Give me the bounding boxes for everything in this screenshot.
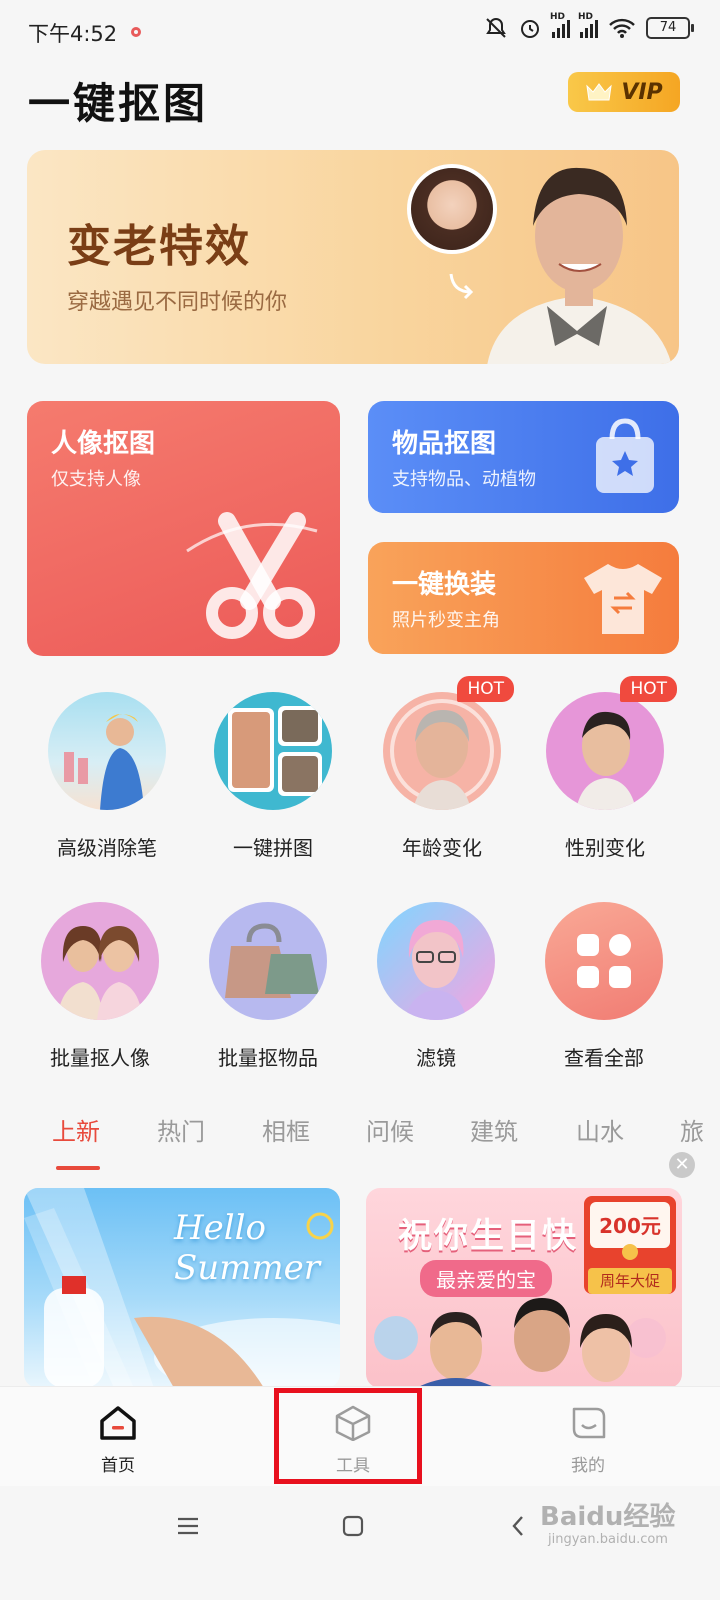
shopping-bag-icon [596, 418, 654, 493]
birthday-subtitle: 最亲爱的宝 [420, 1260, 552, 1297]
status-time: 下午4:52 [28, 22, 118, 46]
tab-hot[interactable]: 热门 [157, 1112, 205, 1147]
crown-icon [586, 83, 613, 101]
filter-thumbnail [377, 902, 495, 1020]
tab-new[interactable]: 上新 [52, 1112, 100, 1147]
tab-travel[interactable]: 旅 [680, 1112, 704, 1147]
tool-label: 一键拼图 [233, 836, 313, 860]
signal-2-icon: HD [578, 12, 598, 38]
aging-effect-banner[interactable]: 变老特效 穿越遇见不同时候的你 [27, 150, 679, 364]
outfit-change-card[interactable]: 一键换装 照片秒变主角 [368, 542, 679, 654]
tool-view-all[interactable]: 查看全部 [524, 902, 684, 1071]
vip-label: VIP [621, 79, 663, 105]
object-cutout-card[interactable]: 物品抠图 支持物品、动植物 [368, 401, 679, 513]
tool-eraser-pen[interactable]: 高级消除笔 [27, 692, 187, 861]
vip-button[interactable]: VIP [568, 72, 680, 112]
grid-icon [577, 934, 631, 988]
menu-icon[interactable] [176, 1516, 200, 1536]
highlight-box [274, 1388, 422, 1484]
birthday-title: 祝你生日快 [398, 1216, 578, 1256]
anniversary-promo-badge[interactable]: 200元 周年大促 [580, 1190, 680, 1298]
tool-batch-portrait[interactable]: 批量抠人像 [20, 902, 180, 1071]
collage-thumbnail [214, 692, 332, 810]
tab-greeting[interactable]: 问候 [366, 1112, 414, 1147]
object-card-subtitle: 支持物品、动植物 [392, 469, 536, 490]
gender-change-thumbnail [546, 692, 664, 810]
baidu-watermark: Baidu经验 [540, 1502, 676, 1532]
promo-amount: 200元 [599, 1214, 661, 1238]
baidu-watermark-url: jingyan.baidu.com [548, 1532, 668, 1547]
back-icon[interactable] [510, 1514, 526, 1538]
portrait-cutout-card[interactable]: 人像抠图 仅支持人像 [27, 401, 340, 656]
older-woman-image [487, 167, 672, 364]
status-icons: HD HD 74 [484, 12, 694, 40]
tab-frame[interactable]: 相框 [262, 1112, 310, 1147]
banner-subtitle: 穿越遇见不同时候的你 [67, 290, 288, 315]
home-icon [100, 1406, 136, 1440]
outfit-card-subtitle: 照片秒变主角 [392, 610, 500, 631]
tool-label: 批量抠人像 [50, 1046, 150, 1070]
smiley-icon [572, 1407, 606, 1439]
nav-profile[interactable]: 我的 [538, 1405, 638, 1476]
battery-icon: 74 [646, 17, 694, 39]
scissors-icon [186, 512, 318, 639]
tool-label: 年龄变化 [402, 836, 482, 860]
summer-text: Hello Summer [174, 1208, 320, 1288]
nav-profile-label: 我的 [571, 1456, 605, 1476]
portrait-card-title: 人像抠图 [51, 429, 156, 459]
active-tab-indicator [56, 1166, 100, 1170]
tab-architecture[interactable]: 建筑 [470, 1112, 518, 1147]
tool-age-change[interactable]: HOT 年龄变化 [362, 676, 522, 861]
object-card-title: 物品抠图 [392, 429, 497, 459]
portrait-card-subtitle: 仅支持人像 [51, 469, 141, 490]
home-square-icon[interactable] [342, 1515, 364, 1537]
hot-badge: HOT [457, 676, 514, 702]
template-summer[interactable]: Hello Summer [24, 1188, 340, 1388]
tool-collage[interactable]: 一键拼图 [193, 692, 353, 861]
outfit-card-title: 一键换装 [392, 570, 497, 600]
tool-label: 滤镜 [416, 1046, 456, 1070]
batch-object-thumbnail [209, 902, 327, 1020]
category-tabs: 上新 热门 相框 问候 建筑 山水 旅 [0, 1112, 720, 1172]
mute-bell-icon [486, 17, 506, 38]
tshirt-icon [584, 564, 662, 634]
view-all-thumbnail [545, 902, 663, 1020]
hot-badge: HOT [620, 676, 677, 702]
tool-label: 查看全部 [564, 1046, 644, 1070]
banner-title: 变老特效 [67, 221, 251, 272]
nav-home[interactable]: 首页 [68, 1405, 168, 1476]
tab-landscape[interactable]: 山水 [576, 1112, 624, 1147]
promo-tag: 周年大促 [588, 1268, 672, 1294]
app-title: 一键抠图 [28, 79, 209, 128]
signal-1-icon: HD [550, 12, 570, 38]
tool-batch-object[interactable]: 批量抠物品 [188, 902, 348, 1071]
alarm-icon [521, 20, 539, 38]
status-bar: 下午4:52 HD HD 74 [0, 0, 720, 60]
recording-indicator-icon [131, 27, 141, 37]
wifi-icon [609, 18, 635, 38]
close-promo-button[interactable]: ✕ [669, 1152, 695, 1178]
summer-text-line1: Hello [174, 1208, 266, 1248]
age-change-thumbnail [383, 692, 501, 810]
tool-label: 批量抠物品 [218, 1046, 318, 1070]
tool-label: 高级消除笔 [57, 836, 157, 860]
batch-portrait-thumbnail [41, 902, 159, 1020]
eraser-pen-thumbnail [48, 692, 166, 810]
tool-filter[interactable]: 滤镜 [356, 902, 516, 1071]
tool-gender-change[interactable]: HOT 性别变化 [525, 676, 685, 861]
nav-home-label: 首页 [101, 1456, 135, 1476]
tool-label: 性别变化 [565, 836, 645, 860]
summer-text-line2: Summer [174, 1248, 321, 1288]
